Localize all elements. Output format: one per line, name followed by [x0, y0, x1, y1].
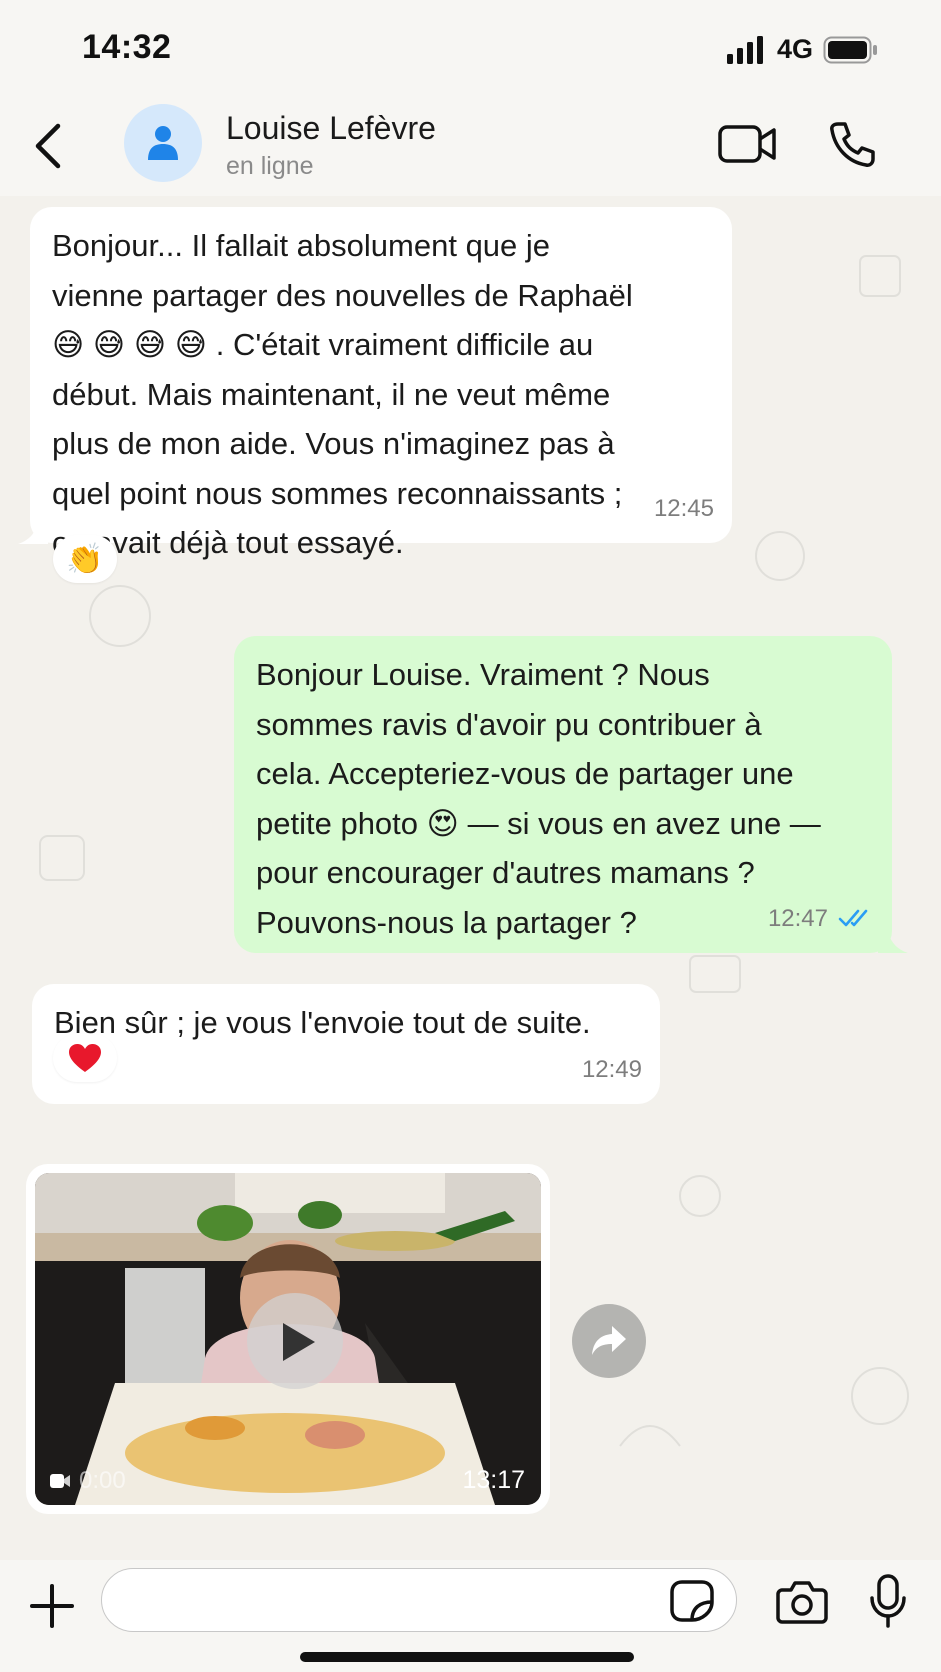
video-camera-icon	[50, 1474, 70, 1488]
message-line: pour encourager d'autres mamans ?	[256, 855, 755, 890]
forward-arrow-icon	[592, 1326, 626, 1355]
network-type: 4G	[776, 34, 813, 64]
video-call-button[interactable]	[718, 124, 778, 169]
play-icon	[283, 1323, 315, 1361]
video-duration-text: 0:00	[79, 1467, 126, 1494]
person-icon	[148, 126, 178, 160]
message-outgoing[interactable]: Bonjour Louise. Vraiment ? Nous sommes r…	[234, 636, 892, 953]
chevron-left-icon	[35, 123, 61, 169]
contact-name[interactable]: Louise Lefèvre	[226, 110, 436, 147]
attach-button[interactable]	[30, 1584, 74, 1633]
reaction-badge[interactable]: ❤️	[53, 1034, 117, 1082]
microphone-icon	[870, 1574, 906, 1628]
message-time: 12:49	[581, 1055, 642, 1083]
voice-call-button[interactable]	[828, 120, 876, 173]
back-button[interactable]	[30, 120, 66, 177]
video-thumbnail[interactable]: 0:00 13:17	[35, 1173, 541, 1505]
message-line: petite photo 😍 — si vous en avez une —	[256, 805, 821, 841]
video-duration: 0:00	[49, 1467, 126, 1495]
microphone-button[interactable]	[870, 1574, 906, 1633]
message-time: 12:47	[768, 894, 872, 944]
camera-button[interactable]	[776, 1580, 828, 1629]
message-time-text: 12:47	[767, 904, 828, 932]
message-line: on avait déjà tout essayé.	[52, 525, 404, 560]
message-composer	[0, 1560, 941, 1672]
message-time: 13:17	[462, 1466, 525, 1494]
contact-status: en ligne	[226, 152, 314, 180]
phone-icon	[830, 122, 875, 167]
message-line: Bien sûr ; je vous l'envoie tout de suit…	[54, 1005, 591, 1040]
camera-icon	[776, 1581, 828, 1624]
message-line: plus de mon aide. Vous n'imaginez pas à	[52, 426, 615, 461]
chat-header: Louise Lefèvre en ligne	[0, 100, 941, 196]
message-line: vienne partager des nouvelles de Raphaël	[52, 277, 633, 313]
plus-icon	[30, 1584, 74, 1628]
message-line: Bonjour Louise. Vraiment ? Nous	[256, 657, 710, 692]
avatar[interactable]	[124, 104, 202, 182]
chat-area[interactable]: Bonjour... Il fallait absolument que je …	[0, 196, 941, 1560]
status-time: 14:32	[82, 28, 172, 66]
red-heart-icon	[69, 1044, 101, 1072]
read-receipt-icon	[838, 909, 868, 927]
sticker-icon	[670, 1580, 714, 1622]
message-incoming[interactable]: Bien sûr ; je vous l'envoie tout de suit…	[32, 984, 660, 1104]
bubble-tail	[878, 931, 908, 953]
clapping-hands-icon: 👏	[66, 541, 104, 577]
bubble-tail	[18, 522, 48, 544]
video-camera-icon	[718, 125, 776, 163]
signal-icon	[726, 35, 763, 64]
play-button[interactable]	[247, 1293, 343, 1389]
sticker-button[interactable]	[670, 1580, 714, 1627]
message-line: début. Mais maintenant, il ne veut même	[52, 376, 611, 412]
reaction-badge[interactable]: 👏	[53, 535, 117, 583]
status-bar: 14:32 4G	[0, 0, 941, 100]
message-line: Bonjour... Il fallait absolument que je	[52, 228, 551, 263]
home-indicator	[300, 1652, 634, 1662]
message-incoming[interactable]: Bonjour... Il fallait absolument que je …	[30, 207, 732, 560]
forward-button[interactable]	[572, 1304, 646, 1378]
message-input[interactable]	[101, 1568, 737, 1632]
status-right: 4G	[726, 34, 879, 65]
message-line: cela. Accepteriez-vous de partager une	[256, 756, 794, 791]
message-line: quel point nous sommes reconnaissants ;	[52, 475, 623, 511]
video-message[interactable]: 0:00 13:17	[26, 1164, 550, 1514]
message-line: sommes ravis d'avoir pu contribuer à	[256, 706, 762, 742]
message-time: 12:45	[653, 494, 714, 522]
battery-icon	[823, 36, 877, 63]
message-line: 😅 😅 😅 😅 . C'était vraiment difficile au	[52, 327, 594, 362]
